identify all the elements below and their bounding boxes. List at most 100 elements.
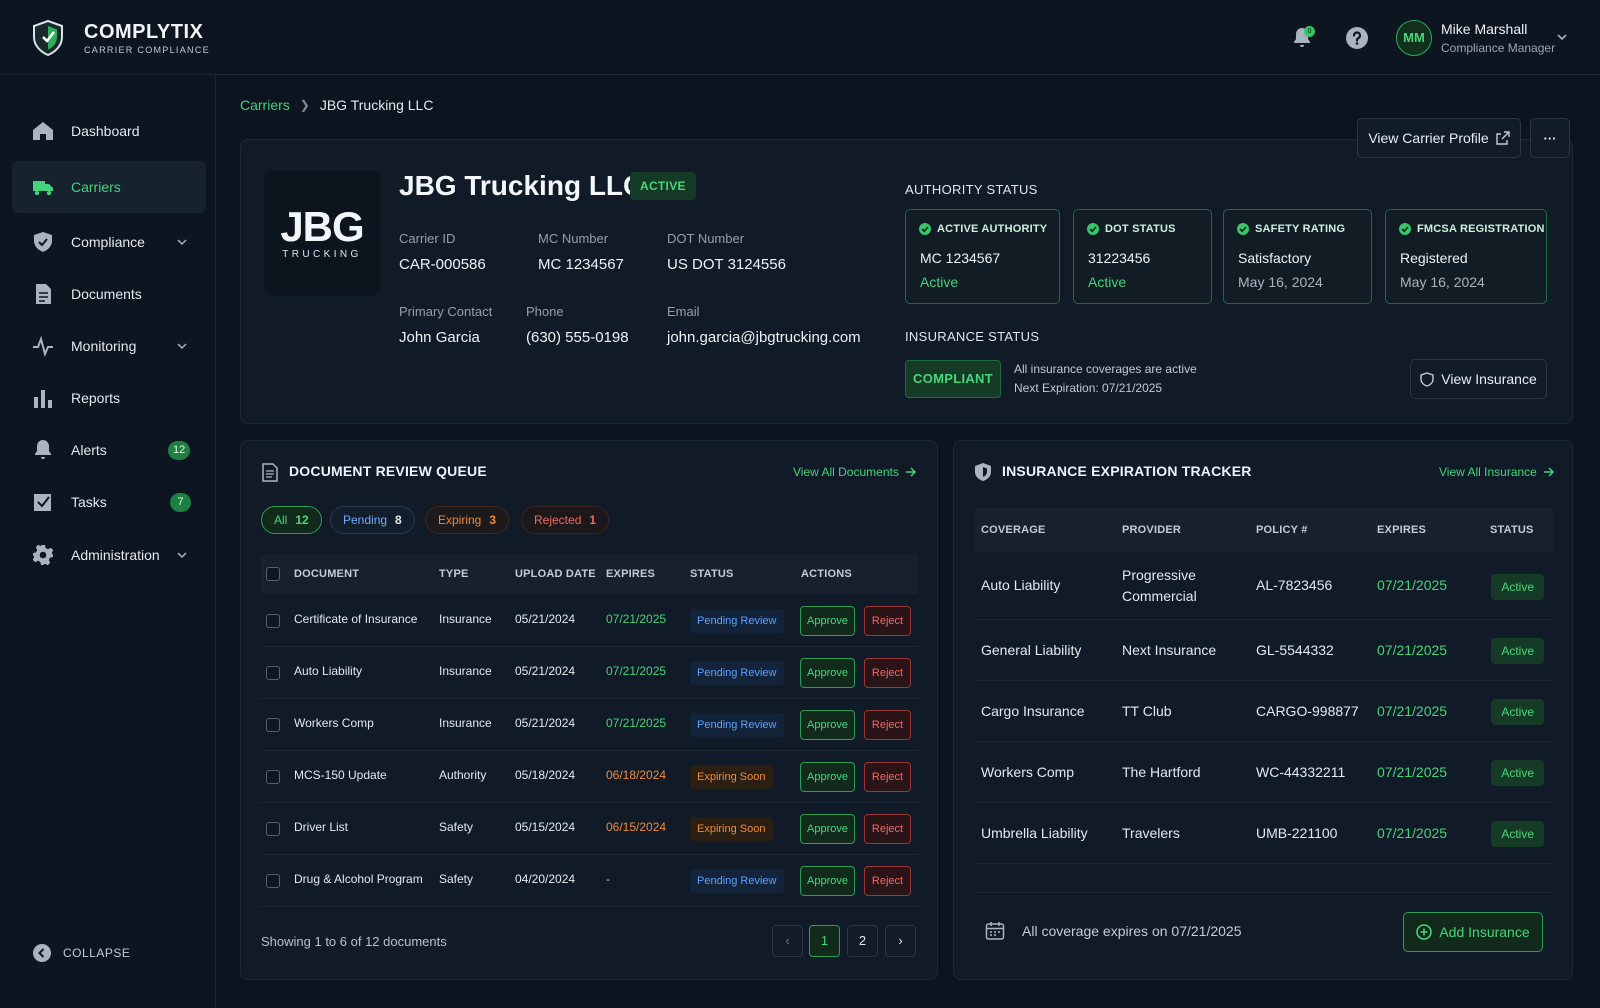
approve-button[interactable]: Approve (800, 762, 855, 792)
arrow-right-icon (905, 467, 916, 477)
row-document[interactable]: Certificate of Insurance (294, 612, 417, 626)
active-authority-sub: Active (920, 274, 959, 290)
row-expires: 07/21/2025 (1377, 764, 1448, 780)
sidebar-item-compliance[interactable]: Compliance (12, 216, 206, 268)
row-coverage[interactable]: General Liability (981, 642, 1081, 658)
active-authority-value: MC 1234567 (920, 250, 1001, 266)
sidebar-item-label: Compliance (71, 234, 145, 250)
collapse-arrow-icon (33, 944, 51, 962)
sidebar-item-alerts[interactable]: Alerts 12 (12, 424, 206, 476)
notification-count-badge: 0 (1304, 26, 1315, 37)
filter-expiring[interactable]: Expiring 3 (425, 506, 510, 534)
filter-label: All (274, 513, 288, 527)
row-checkbox[interactable] (266, 718, 280, 732)
row-coverage[interactable]: Workers Comp (981, 764, 1074, 780)
sidebar-item-carriers[interactable]: Carriers (12, 161, 206, 213)
row-coverage[interactable]: Cargo Insurance (981, 703, 1085, 719)
carrier-logo-text: JBG (280, 203, 364, 250)
chevron-down-icon[interactable] (1555, 30, 1569, 44)
user-avatar[interactable]: MM (1396, 20, 1432, 56)
next-page-button[interactable]: › (885, 925, 916, 957)
add-insurance-button[interactable]: Add Insurance (1403, 912, 1543, 952)
sidebar-item-label: Monitoring (71, 338, 137, 354)
row-checkbox[interactable] (266, 614, 280, 628)
reject-button[interactable]: Reject (864, 762, 911, 792)
filter-label: Pending (343, 513, 388, 527)
sidebar-item-documents[interactable]: Documents (12, 268, 206, 320)
col-actions: ACTIONS (801, 568, 852, 580)
row-type: Insurance (439, 664, 492, 678)
safety-rating-heading: SAFETY RATING (1255, 223, 1346, 235)
approve-button[interactable]: Approve (800, 710, 855, 740)
phone-label: Phone (526, 304, 564, 319)
filter-all[interactable]: All 12 (261, 506, 322, 534)
approve-button[interactable]: Approve (800, 814, 855, 844)
row-checkbox[interactable] (266, 666, 280, 680)
sidebar-item-administration[interactable]: Administration (12, 529, 206, 581)
row-policy: CARGO-998877 (1256, 703, 1359, 719)
home-icon (33, 122, 53, 140)
carrier-id-label: Carrier ID (399, 231, 456, 246)
row-policy: GL-5544332 (1256, 642, 1334, 658)
fmcsa-registration-value: Registered (1400, 250, 1468, 266)
primary-contact-value: John Garcia (399, 329, 480, 346)
view-carrier-profile-button[interactable]: View Carrier Profile (1357, 118, 1521, 158)
collapse-sidebar-button[interactable]: COLLAPSE (33, 944, 130, 962)
reject-button[interactable]: Reject (864, 866, 911, 896)
row-checkbox[interactable] (266, 770, 280, 784)
email-value[interactable]: john.garcia@jbgtrucking.com (667, 329, 861, 346)
carrier-status-badge: ACTIVE (630, 172, 696, 200)
view-insurance-button[interactable]: View Insurance (1410, 359, 1547, 399)
dot-number-label: DOT Number (667, 231, 745, 246)
status-badge: Active (1491, 638, 1544, 664)
brand-tagline: CARRIER COMPLIANCE (84, 45, 210, 55)
row-document[interactable]: Driver List (294, 820, 348, 834)
reject-button[interactable]: Reject (864, 710, 911, 740)
approve-button[interactable]: Approve (800, 866, 855, 896)
page-1-button[interactable]: 1 (809, 925, 840, 957)
col-status: STATUS (690, 568, 734, 580)
row-type: Safety (439, 820, 474, 834)
reject-button[interactable]: Reject (864, 606, 911, 636)
help-icon[interactable] (1345, 26, 1369, 50)
sidebar-item-tasks[interactable]: Tasks 7 (12, 476, 206, 528)
view-all-documents-link[interactable]: View All Documents (793, 465, 917, 479)
select-all-checkbox[interactable] (266, 567, 280, 581)
approve-button[interactable]: Approve (800, 658, 855, 688)
more-options-button[interactable]: ··· (1530, 118, 1570, 158)
row-checkbox[interactable] (266, 822, 280, 836)
phone-value[interactable]: (630) 555-0198 (526, 329, 629, 346)
insurance-status-line1: All insurance coverages are active (1014, 362, 1197, 376)
breadcrumb-carriers-link[interactable]: Carriers (240, 97, 290, 113)
status-badge: Active (1491, 699, 1544, 725)
row-document[interactable]: MCS-150 Update (294, 768, 387, 782)
row-coverage[interactable]: Umbrella Liability (981, 825, 1088, 841)
reject-button[interactable]: Reject (864, 814, 911, 844)
sidebar-item-reports[interactable]: Reports (12, 372, 206, 424)
row-document[interactable]: Drug & Alcohol Program (294, 872, 423, 886)
check-circle-icon (919, 223, 931, 235)
approve-button[interactable]: Approve (800, 606, 855, 636)
row-coverage[interactable]: Auto Liability (981, 577, 1060, 593)
page-2-button[interactable]: 2 (847, 925, 878, 957)
filter-rejected[interactable]: Rejected 1 (521, 506, 610, 534)
row-expires: 07/21/2025 (606, 664, 667, 678)
view-all-insurance-link[interactable]: View All Insurance (1439, 465, 1555, 479)
prev-page-button[interactable]: ‹ (772, 925, 803, 957)
row-expires: 07/21/2025 (1377, 703, 1448, 719)
fmcsa-registration-heading: FMCSA REGISTRATION (1417, 223, 1545, 235)
top-header: COMPLYTIX CARRIER COMPLIANCE 0 MM Mike M… (0, 0, 1600, 75)
filter-pending[interactable]: Pending 8 (330, 506, 415, 534)
fmcsa-registration-sub: May 16, 2024 (1400, 274, 1485, 290)
document-table-header: DOCUMENT TYPE UPLOAD DATE EXPIRES STATUS… (261, 554, 918, 594)
sidebar-item-monitoring[interactable]: Monitoring (12, 320, 206, 372)
reject-button[interactable]: Reject (864, 658, 911, 688)
external-link-icon (1495, 131, 1510, 145)
sidebar-item-dashboard[interactable]: Dashboard (12, 105, 206, 157)
row-document[interactable]: Workers Comp (294, 716, 374, 730)
row-provider: The Hartford (1122, 764, 1201, 780)
row-document[interactable]: Auto Liability (294, 664, 362, 678)
row-checkbox[interactable] (266, 874, 280, 888)
user-name[interactable]: Mike Marshall (1441, 21, 1527, 37)
brand-logo[interactable]: COMPLYTIX CARRIER COMPLIANCE (32, 20, 210, 56)
